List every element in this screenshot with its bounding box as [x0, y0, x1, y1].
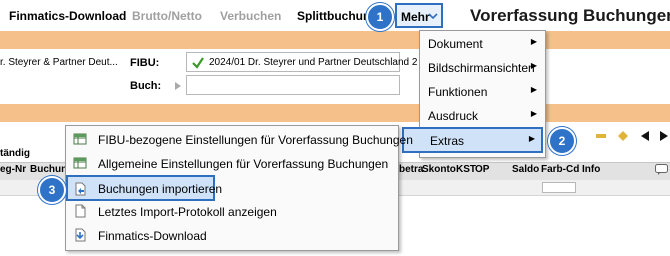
col-farb-cd[interactable]: Farb-Cd [541, 164, 579, 175]
menu-item-label: Dokument [428, 37, 483, 51]
farb-cd-cell[interactable] [542, 182, 576, 193]
dash-icon[interactable] [596, 133, 606, 139]
menu-item-label: Bildschirmansichten [428, 61, 535, 75]
callout-1: 1 [366, 3, 394, 31]
callout-3: 3 [38, 176, 66, 204]
fibu-label: FIBU: [130, 57, 160, 69]
settings-grid-icon [73, 157, 87, 169]
company-name: r. Steyrer & Partner Deut... [0, 57, 118, 68]
tab-staendig[interactable]: tändig [0, 148, 30, 159]
mehr-dropdown: Dokument ▶ Bildschirmansichten ▶ Funktio… [402, 30, 546, 158]
callout-2: 2 [548, 127, 576, 155]
col-skonto[interactable]: Skonto [422, 164, 456, 175]
menu-item-label: FIBU-bezogene Einstellungen für Vorerfas… [98, 133, 413, 147]
menu-item-label: Ausdruck [428, 109, 479, 123]
page-title: Vorerfassung Buchungen [470, 6, 670, 25]
header-band [0, 31, 670, 49]
menu-item-fibu-settings[interactable]: FIBU-bezogene Einstellungen für Vorerfas… [66, 128, 413, 152]
buch-input[interactable] [186, 75, 400, 95]
download-arrow-icon [75, 228, 86, 242]
mehr-label: Mehr [401, 10, 430, 24]
import-document-icon [75, 182, 86, 196]
arrow-right-icon [175, 82, 181, 90]
menu-item-label: Allgemeine Einstellungen für Vorerfassun… [98, 157, 389, 171]
menu-item-label: Finmatics-Download [98, 229, 207, 243]
menu-item-buchungen-importieren[interactable]: Buchungen importieren [66, 175, 222, 201]
blank-document-icon [75, 204, 86, 218]
col-betrag[interactable]: betra [399, 164, 423, 175]
menu-item-bildschirmansichten[interactable]: Bildschirmansichten ▶ [420, 56, 543, 80]
chevron-down-icon [428, 13, 438, 20]
comment-icon[interactable] [655, 164, 668, 176]
menu-item-label: Letztes Import-Protokoll anzeigen [98, 205, 277, 219]
menu-item-dokument[interactable]: Dokument ▶ [420, 32, 543, 56]
verbuchen-button[interactable]: Verbuchen [220, 9, 281, 23]
fibu-value: 2024/01 Dr. Steyrer und Partner Deutschl… [209, 57, 418, 68]
extras-submenu: FIBU-bezogene Einstellungen für Vorerfas… [65, 125, 413, 251]
diamond-icon[interactable] [618, 131, 628, 141]
top-toolbar: Finmatics-Download Brutto/Netto Verbuche… [0, 0, 670, 31]
previous-arrow-icon[interactable] [641, 131, 649, 141]
menu-item-extras[interactable]: Extras ▶ [402, 127, 543, 153]
toolbar-band [0, 104, 670, 122]
menu-item-funktionen[interactable]: Funktionen ▶ [420, 80, 543, 104]
menu-item-label: Extras [430, 134, 465, 148]
col-beleg-nr[interactable]: eg-Nr [0, 164, 26, 175]
menu-item-finmatics-download[interactable]: Finmatics-Download [66, 224, 396, 248]
mehr-menu-button[interactable]: Mehr [395, 3, 443, 28]
next-arrow-icon[interactable] [660, 131, 668, 141]
fibu-select[interactable]: 2024/01 Dr. Steyrer und Partner Deutschl… [186, 52, 417, 72]
submenu-arrow-icon: ▶ [528, 134, 535, 143]
brutto-netto-button[interactable]: Brutto/Netto [132, 9, 202, 23]
menu-item-label: Funktionen [428, 85, 488, 99]
menu-item-ausdruck[interactable]: Ausdruck ▶ [420, 104, 543, 128]
menu-item-label: Buchungen importieren [98, 182, 223, 196]
settings-grid-icon [73, 133, 87, 145]
submenu-arrow-icon: ▶ [530, 61, 537, 70]
col-info[interactable]: Info [582, 164, 600, 175]
submenu-arrow-icon: ▶ [530, 85, 537, 94]
checkmark-icon [192, 57, 204, 69]
menu-item-allgemeine-settings[interactable]: Allgemeine Einstellungen für Vorerfassun… [66, 152, 396, 176]
menu-item-import-protokoll[interactable]: Letztes Import-Protokoll anzeigen [66, 200, 396, 224]
submenu-arrow-icon: ▶ [530, 109, 537, 118]
col-kst[interactable]: KST [456, 164, 476, 175]
col-saldo[interactable]: Saldo [512, 164, 539, 175]
col-op[interactable]: OP [475, 164, 489, 175]
submenu-arrow-icon: ▶ [530, 37, 537, 46]
buch-label: Buch: [130, 80, 162, 92]
finmatics-download-button[interactable]: Finmatics-Download [9, 9, 126, 23]
